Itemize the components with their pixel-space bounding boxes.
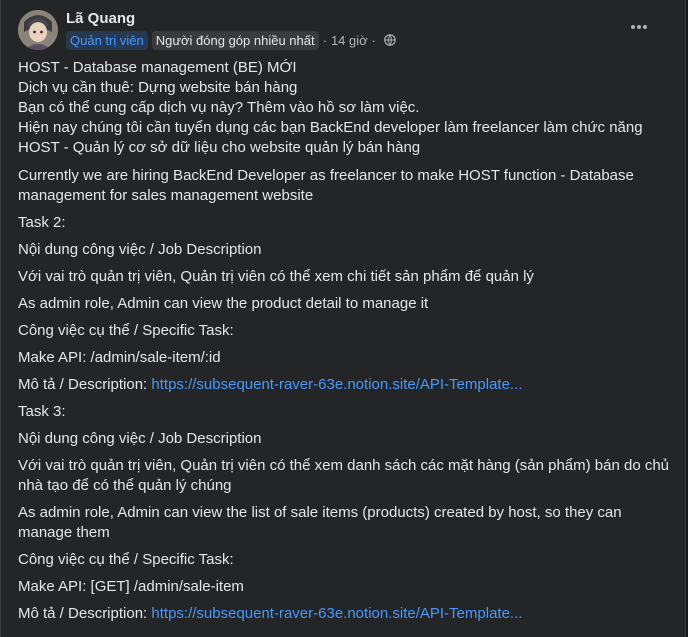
task-3-specific-heading: Công việc cụ thể / Specific Task: — [18, 551, 234, 568]
task-2-title: Task 2: — [18, 214, 66, 231]
task-2-description: Mô tả / Description: https://subsequent-… — [18, 375, 671, 395]
description-label: Mô tả / Description: — [18, 376, 152, 393]
post-text-line: Hiện nay chúng tôi cần tuyển dụng các bạ… — [18, 119, 643, 136]
task-3-link[interactable]: https://subsequent-raver-63e.notion.site… — [151, 605, 522, 622]
task-3-description: Mô tả / Description: https://subsequent-… — [18, 604, 671, 624]
task-3-desc-en: As admin role, Admin can view the list o… — [18, 504, 622, 541]
avatar-image — [18, 10, 58, 50]
post-meta: Quản trị viên Người đóng góp nhiều nhất … — [66, 30, 396, 50]
admin-badge[interactable]: Quản trị viên — [66, 30, 148, 50]
post-time[interactable]: 14 giờ — [331, 33, 368, 48]
intro-english: Currently we are hiring BackEnd Develope… — [18, 167, 634, 204]
avatar[interactable] — [18, 10, 58, 50]
post-text-line: HOST - Database management (BE) MỚI — [18, 59, 297, 76]
task-3-desc-vi: Với vai trò quản trị viên, Quản trị viên… — [18, 457, 670, 494]
meta-separator: · — [322, 32, 327, 48]
post-text-line: Bạn có thể cung cấp dịch vụ này? Thêm và… — [18, 99, 420, 116]
post-card: Lã Quang Quản trị viên Người đóng góp nh… — [0, 0, 686, 637]
task-3-title: Task 3: — [18, 403, 66, 420]
meta-separator: · — [371, 32, 377, 48]
globe-icon[interactable] — [384, 34, 396, 46]
post-text-line: Dịch vụ cần thuê: Dựng website bán hàng — [18, 79, 298, 96]
top-contributor-badge[interactable]: Người đóng góp nhiều nhất — [151, 30, 319, 50]
post-content: HOST - Database management (BE) MỚI Dịch… — [18, 58, 671, 624]
task-3-job-heading: Nội dung công việc / Job Description — [18, 430, 262, 447]
task-2-desc-en: As admin role, Admin can view the produc… — [18, 295, 429, 312]
task-2-api: Make API: /admin/sale-item/:id — [18, 349, 221, 366]
post-text-line: HOST - Quản lý cơ sở dữ liệu cho website… — [18, 139, 421, 156]
description-label: Mô tả / Description: — [18, 605, 152, 622]
task-2-link[interactable]: https://subsequent-raver-63e.notion.site… — [151, 376, 522, 393]
author-name[interactable]: Lã Quang — [66, 10, 135, 27]
task-2-job-heading: Nội dung công việc / Job Description — [18, 241, 262, 258]
task-2-desc-vi: Với vai trò quản trị viên, Quản trị viên… — [18, 268, 534, 285]
more-horizontal-icon — [631, 25, 647, 29]
post-header: Lã Quang Quản trị viên Người đóng góp nh… — [18, 9, 669, 53]
task-2-specific-heading: Công việc cụ thể / Specific Task: — [18, 322, 234, 339]
task-3-api: Make API: [GET] /admin/sale-item — [18, 578, 244, 595]
more-options-button[interactable] — [623, 15, 655, 39]
